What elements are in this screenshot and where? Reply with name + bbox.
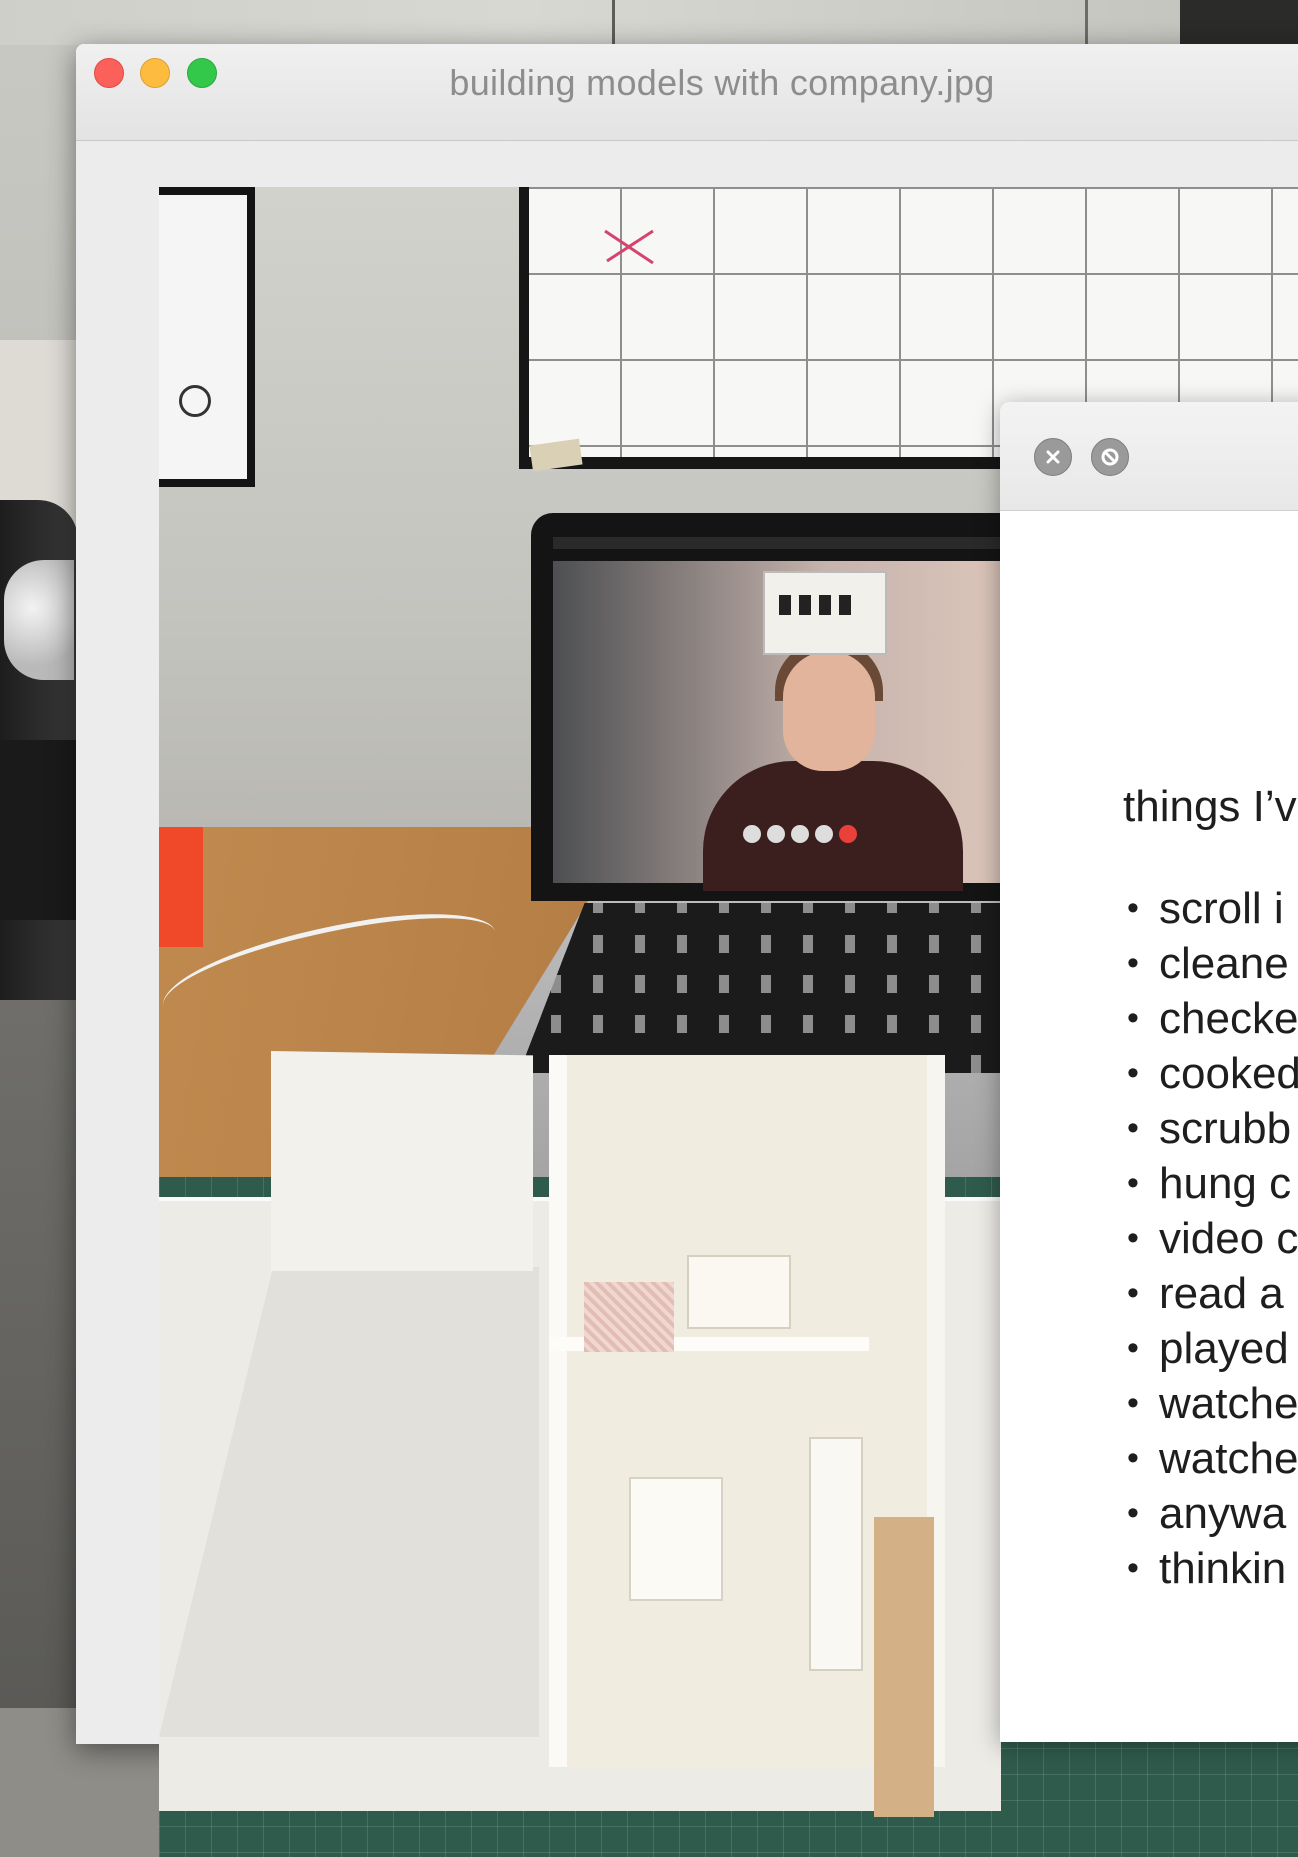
window-title: building models with company.jpg: [449, 62, 995, 103]
list-item-text: scrubb: [1159, 1104, 1292, 1153]
close-icon[interactable]: [1034, 438, 1072, 476]
list-item-text: hung c: [1159, 1159, 1292, 1208]
bullet-icon: •: [1127, 1164, 1139, 1202]
list-item-text: watche: [1159, 1434, 1298, 1483]
block-icon[interactable]: [1091, 438, 1129, 476]
photo-model-hat-window: [799, 595, 811, 615]
bullet-icon: •: [1127, 1109, 1139, 1147]
background-dark-corner: [1180, 0, 1298, 45]
bullet-icon: •: [1127, 1384, 1139, 1422]
photo-person-head: [783, 651, 875, 771]
list-item-text: read a: [1159, 1269, 1284, 1318]
background-chair-seat: [0, 740, 78, 920]
background-wall-top: [0, 0, 1298, 45]
list-item-text: played: [1159, 1324, 1289, 1373]
photo-model-hat: [763, 571, 887, 655]
photo-calendar-tape: [529, 438, 583, 472]
bullet-icon: •: [1127, 1054, 1139, 1092]
bullet-icon: •: [1127, 889, 1139, 927]
bullet-icon: •: [1127, 999, 1139, 1037]
photo-model-table: [629, 1477, 723, 1601]
photo-model-hat-window: [839, 595, 851, 615]
bullet-icon: •: [1127, 1219, 1139, 1257]
list-item-text: video c: [1159, 1214, 1298, 1263]
background-wall-seam: [1085, 0, 1088, 45]
list-item: • video c: [1123, 1211, 1298, 1266]
note-list: • scroll i • cleane • checke • cooked • scrub…: [1123, 881, 1298, 1596]
window-titlebar[interactable]: building models with company.jpg: [76, 44, 1298, 141]
bullet-icon: •: [1127, 1274, 1139, 1312]
bullet-icon: •: [1127, 1549, 1139, 1587]
list-item: • anywa: [1123, 1486, 1298, 1541]
photo-call-control: [791, 825, 809, 843]
list-item: • watche: [1123, 1431, 1298, 1486]
photo-model-sofa: [687, 1255, 791, 1329]
close-x-icon: [1046, 450, 1060, 464]
bullet-icon: •: [1127, 1329, 1139, 1367]
photo-model-wood-strip: [874, 1517, 934, 1817]
list-item-text: anywa: [1159, 1489, 1287, 1538]
note-content: things I’v • scroll i • cleane • checke • co…: [1000, 511, 1298, 1742]
photo-call-control: [815, 825, 833, 843]
photo-frame-logo: [179, 385, 211, 417]
list-item: • hung c: [1123, 1156, 1298, 1211]
photo-call-hangup: [839, 825, 857, 843]
list-item: • watche: [1123, 1376, 1298, 1431]
photo-call-control: [767, 825, 785, 843]
list-item: • scroll i: [1123, 881, 1298, 936]
photo-orange-object: [159, 827, 203, 947]
list-item: • scrubb: [1123, 1101, 1298, 1156]
photo-model-counter: [809, 1437, 863, 1671]
photo-model-wall: [271, 1051, 533, 1271]
list-item: • read a: [1123, 1266, 1298, 1321]
list-item: • cooked: [1123, 1046, 1298, 1101]
no-entry-icon: [1101, 448, 1119, 466]
bullet-icon: •: [1127, 1494, 1139, 1532]
list-item-text: watche: [1159, 1379, 1298, 1428]
list-item: • thinkin: [1123, 1541, 1298, 1596]
list-item: • played: [1123, 1321, 1298, 1376]
photo-call-controls: [743, 825, 873, 851]
list-item-text: cooked: [1159, 1049, 1298, 1098]
background-lamp: [4, 560, 74, 680]
note-heading: things I’v: [1123, 782, 1297, 831]
list-item: • checke: [1123, 991, 1298, 1046]
photo-model-hat-window: [779, 595, 791, 615]
background-wall-seam: [612, 0, 615, 45]
list-item: • cleane: [1123, 936, 1298, 991]
list-item-text: cleane: [1159, 939, 1289, 988]
bullet-icon: •: [1127, 944, 1139, 982]
photo-model-hat-window: [819, 595, 831, 615]
photo-calendar-cross: [604, 229, 654, 265]
list-item-text: scroll i: [1159, 884, 1284, 933]
photo-call-control: [743, 825, 761, 843]
photo-picture-frame: [159, 187, 255, 487]
photo-model-tiles: [584, 1282, 674, 1352]
note-window-titlebar[interactable]: [1000, 402, 1298, 511]
list-item-text: thinkin: [1159, 1544, 1287, 1593]
bullet-icon: •: [1127, 1439, 1139, 1477]
text-note-window: things I’v • scroll i • cleane • checke • co…: [1000, 402, 1298, 1742]
list-item-text: checke: [1159, 994, 1298, 1043]
